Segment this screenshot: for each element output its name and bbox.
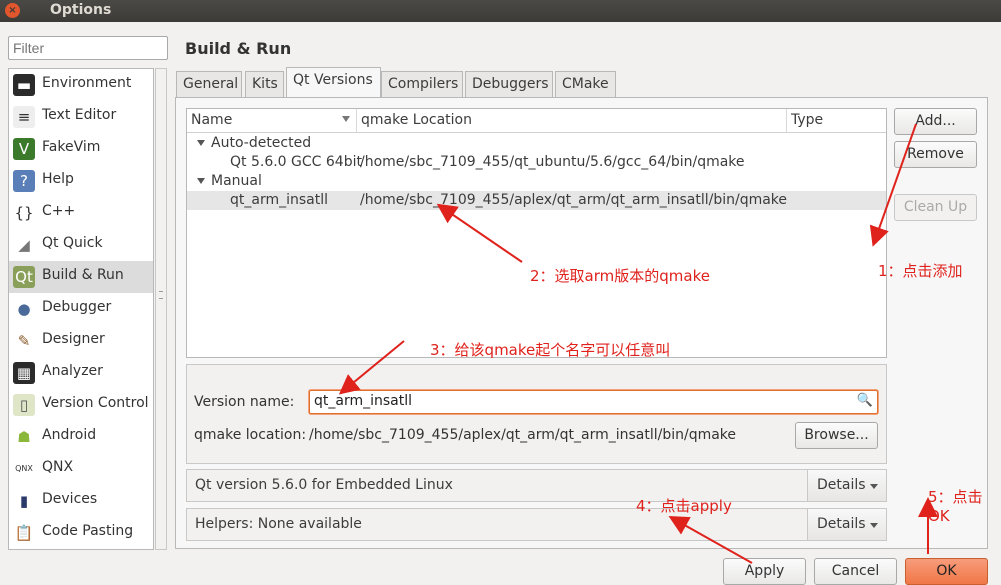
annotation-step-4: 4：点击apply — [636, 497, 732, 515]
annotation-arrows — [338, 123, 938, 564]
annotation-step-2: 2：选取arm版本的qmake — [530, 267, 710, 285]
annotation-step-5: 5：点击 — [928, 488, 983, 506]
annotation-arrow-1 — [869, 123, 917, 247]
annotation-step-3: 3：给该qmake起个名字可以任意叫 — [430, 341, 671, 359]
annotation-arrow-3 — [338, 340, 405, 395]
annotation-step-5-ok: OK — [928, 507, 950, 525]
annotation-step-1: 1：点击添加 — [878, 262, 963, 280]
annotation-arrow-2 — [436, 203, 523, 263]
annotation-arrow-4 — [668, 516, 753, 564]
